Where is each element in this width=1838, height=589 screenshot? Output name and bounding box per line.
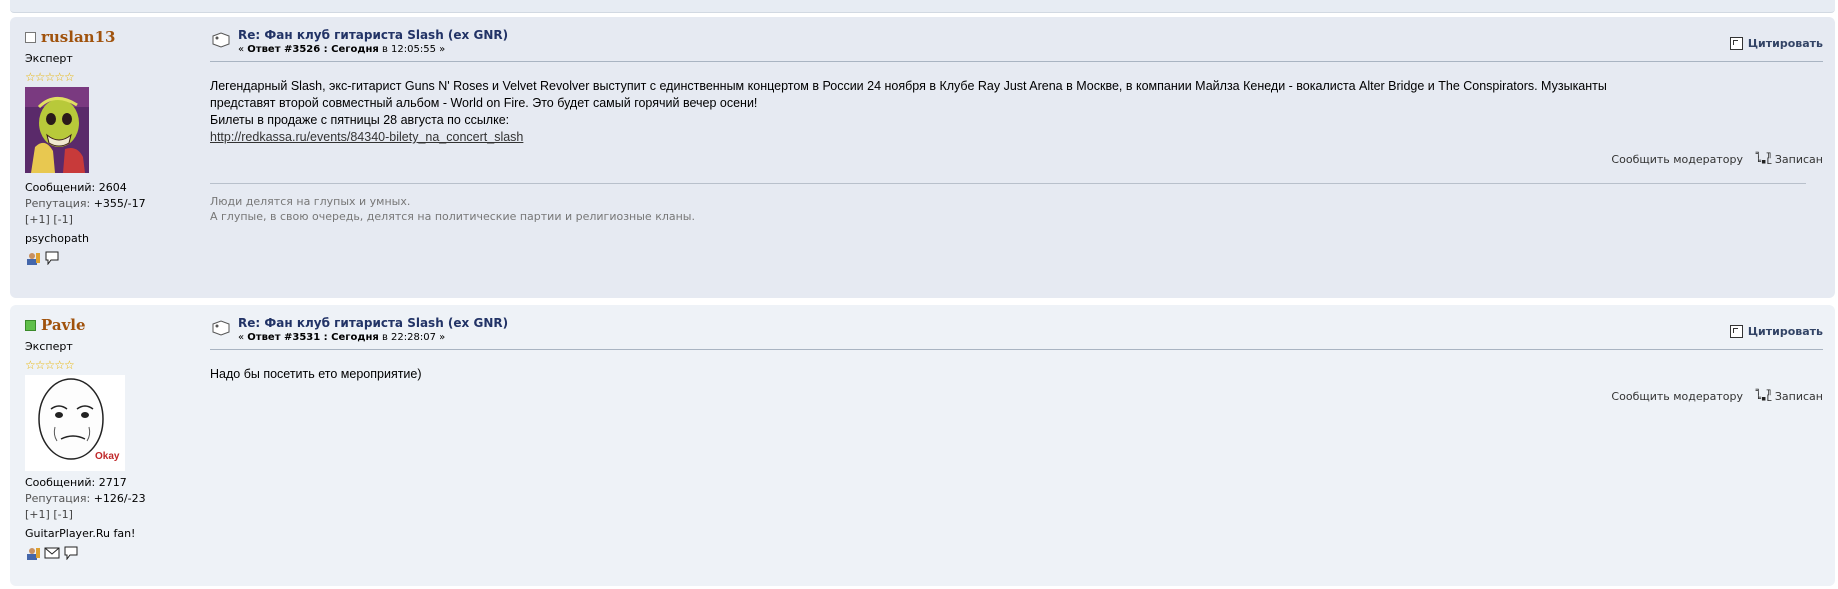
reply-number: Ответ #3526 : Сегодня bbox=[247, 44, 379, 55]
personal-text: GuitarPlayer.Ru fan! bbox=[25, 527, 136, 540]
logged-ip-icon: ╕ ╖ ╘▪L bbox=[1755, 149, 1772, 167]
post-header: Re: Фан клуб гитариста Slash (ex GNR) « … bbox=[210, 313, 1823, 350]
profile-icon[interactable] bbox=[25, 546, 41, 560]
previous-post-edge bbox=[10, 0, 1835, 13]
signature-divider bbox=[210, 183, 1806, 184]
poster-stats: Сообщений: 2717 Репутация: +126/-23 [+1]… bbox=[25, 475, 195, 523]
member-rank: Эксперт bbox=[25, 52, 73, 65]
email-icon[interactable] bbox=[44, 546, 60, 560]
personal-message-icon[interactable] bbox=[44, 251, 60, 265]
post-header: Re: Фан клуб гитариста Slash (ex GNR) « … bbox=[210, 25, 1823, 62]
reputation-vote: [+1] [-1] bbox=[25, 507, 195, 523]
logged-ip-icon: ╕ ╖ ╘▪L bbox=[1755, 386, 1772, 404]
username-link[interactable]: ruslan13 bbox=[41, 28, 115, 46]
rep-plus-link[interactable]: [+1] bbox=[25, 213, 50, 226]
post-message: Легендарный Slash, экс-гитарист Guns N' … bbox=[210, 78, 1823, 146]
reputation: Репутация: +126/-23 bbox=[25, 491, 195, 507]
post-subject-link[interactable]: Re: Фан клуб гитариста Slash (ex GNR) bbox=[238, 316, 508, 330]
signature-line: Люди делятся на глупых и умных. bbox=[210, 195, 411, 208]
logged-indicator: ╕ ╖ ╘▪L Записан bbox=[1755, 149, 1823, 167]
signature-line: А глупые, в свою очередь, делятся на пол… bbox=[210, 210, 695, 223]
post-count: Сообщений: 2717 bbox=[25, 476, 127, 489]
ticket-link[interactable]: http://redkassa.ru/events/84340-bilety_n… bbox=[210, 130, 523, 144]
post-xx-icon bbox=[212, 32, 230, 48]
avatar: Okay bbox=[25, 375, 125, 471]
username-link[interactable]: Pavle bbox=[41, 316, 86, 334]
quote-icon bbox=[1729, 325, 1743, 338]
signature: Люди делятся на глупых и умных. А глупые… bbox=[210, 194, 1823, 224]
reputation-value: +126/-23 bbox=[93, 492, 146, 505]
report-to-moderator-link[interactable]: Сообщить модератору bbox=[1611, 153, 1743, 166]
reputation-value: +355/-17 bbox=[93, 197, 146, 210]
online-status-icon bbox=[25, 319, 36, 331]
post-body: Re: Фан клуб гитариста Slash (ex GNR) « … bbox=[210, 25, 1823, 224]
post-message: Надо бы посетить ето мероприятие) bbox=[210, 366, 1823, 383]
poster-info: Pavle Эксперт ☆☆☆☆☆ Okay Сообщений: 2717… bbox=[25, 315, 195, 560]
profile-icons bbox=[25, 546, 195, 560]
rank-stars-icon: ☆☆☆☆☆ bbox=[25, 70, 75, 84]
moderation-row: Сообщить модератору ╕ ╖ ╘▪L Записан bbox=[210, 150, 1823, 174]
message-line: Надо бы посетить ето мероприятие) bbox=[210, 367, 422, 381]
member-rank: Эксперт bbox=[25, 340, 73, 353]
rank-stars-icon: ☆☆☆☆☆ bbox=[25, 358, 75, 372]
message-line: представят второй совместный альбом - Wo… bbox=[210, 96, 758, 110]
quote-label: Цитировать bbox=[1747, 325, 1823, 338]
logged-indicator: ╕ ╖ ╘▪L Записан bbox=[1755, 386, 1823, 404]
post-subject-link[interactable]: Re: Фан клуб гитариста Slash (ex GNR) bbox=[238, 28, 508, 42]
personal-message-icon[interactable] bbox=[63, 546, 79, 560]
post-body: Re: Фан клуб гитариста Slash (ex GNR) « … bbox=[210, 313, 1823, 411]
forum-post: ruslan13 Эксперт ☆☆☆☆☆ Сообщений: 2604 Р… bbox=[10, 17, 1835, 298]
reputation: Репутация: +355/-17 bbox=[25, 196, 195, 212]
post-xx-icon bbox=[212, 320, 230, 336]
username-row: Pavle bbox=[25, 315, 195, 335]
profile-icon[interactable] bbox=[25, 251, 41, 265]
profile-icons bbox=[25, 251, 195, 265]
poster-stats: Сообщений: 2604 Репутация: +355/-17 [+1]… bbox=[25, 180, 195, 228]
logged-label: Записан bbox=[1774, 390, 1823, 403]
post-meta: « Ответ #3531 : Сегодня в 22:28:07 » bbox=[238, 332, 445, 343]
rep-plus-link[interactable]: [+1] bbox=[25, 508, 50, 521]
message-line: Легендарный Slash, экс-гитарист Guns N' … bbox=[210, 79, 1607, 93]
post-count: Сообщений: 2604 bbox=[25, 181, 127, 194]
offline-status-icon bbox=[25, 31, 36, 43]
reputation-label: Репутация: bbox=[25, 492, 91, 505]
quote-label: Цитировать bbox=[1747, 37, 1823, 50]
quote-button[interactable]: Цитировать bbox=[1729, 325, 1823, 338]
avatar bbox=[25, 87, 195, 176]
poster-info: ruslan13 Эксперт ☆☆☆☆☆ Сообщений: 2604 Р… bbox=[25, 27, 195, 265]
reply-prefix: « bbox=[238, 332, 248, 343]
rep-minus-link[interactable]: [-1] bbox=[53, 508, 73, 521]
reputation-label: Репутация: bbox=[25, 197, 91, 210]
logged-label: Записан bbox=[1774, 153, 1823, 166]
report-to-moderator-link[interactable]: Сообщить модератору bbox=[1611, 390, 1743, 403]
reply-prefix: « bbox=[238, 44, 248, 55]
reply-time: в 22:28:07 » bbox=[378, 332, 446, 343]
reply-number: Ответ #3531 : Сегодня bbox=[247, 332, 379, 343]
avatar-caption: Okay bbox=[95, 451, 120, 462]
moderation-row: Сообщить модератору ╕ ╖ ╘▪L Записан bbox=[210, 387, 1823, 411]
username-row: ruslan13 bbox=[25, 27, 195, 47]
reputation-vote: [+1] [-1] bbox=[25, 212, 195, 228]
message-line: Билеты в продаже с пятницы 28 августа по… bbox=[210, 113, 510, 127]
personal-text: psychopath bbox=[25, 232, 89, 245]
quote-icon bbox=[1729, 37, 1743, 50]
forum-post: Pavle Эксперт ☆☆☆☆☆ Okay Сообщений: 2717… bbox=[10, 305, 1835, 586]
quote-button[interactable]: Цитировать bbox=[1729, 37, 1823, 50]
rep-minus-link[interactable]: [-1] bbox=[53, 213, 73, 226]
post-meta: « Ответ #3526 : Сегодня в 12:05:55 » bbox=[238, 44, 445, 55]
reply-time: в 12:05:55 » bbox=[378, 44, 446, 55]
